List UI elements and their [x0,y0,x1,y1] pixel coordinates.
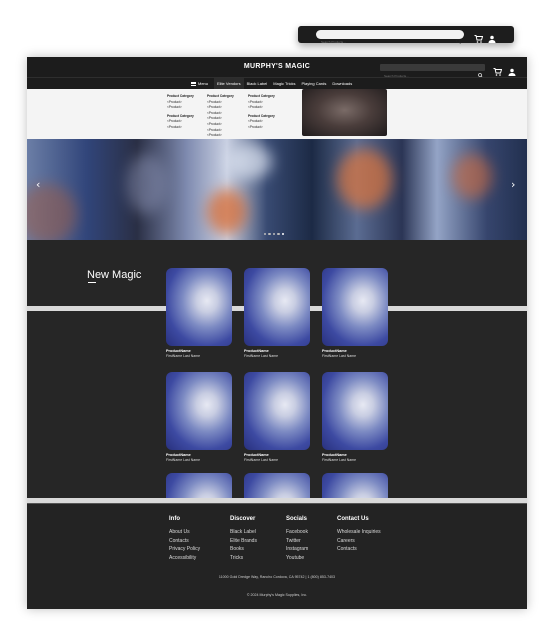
product-name[interactable]: ProductName [166,453,232,457]
product-image[interactable] [166,473,232,498]
product-name[interactable]: ProductName [322,349,388,353]
carousel-dot[interactable] [272,233,276,236]
search-icon[interactable] [456,31,461,49]
carousel-dot-active[interactable] [281,233,284,236]
product-author: FirstName Last Name [322,458,357,462]
site-header: MURPHY'S MAGIC [27,57,527,80]
menu-label: Menu [198,81,209,86]
featured-product-image[interactable] [302,89,387,136]
footer-link[interactable]: Books [230,545,257,554]
product-author: FirstName Last Name [322,354,357,358]
user-icon[interactable] [488,30,496,48]
cart-icon[interactable] [474,30,484,48]
floating-search-bar [298,26,514,47]
page-frame: MURPHY'S MAGIC Menu Elite Vendors Black … [27,57,527,609]
product-author: FirstName Last Name [244,354,279,358]
footer-link[interactable]: Black Label [230,528,257,537]
carousel-dot[interactable] [264,233,267,236]
product-name[interactable]: ProductName [244,349,310,353]
product-name[interactable]: ProductName [322,453,388,457]
product-card[interactable]: ProductName FirstName Last Name [166,372,232,462]
footer-copyright: © 2024 Murphy's Magic Supplies, Inc. [246,593,308,597]
footer-link[interactable]: Youtube [286,554,308,563]
product-image[interactable] [244,268,310,346]
product-card[interactable] [322,473,388,498]
product-image[interactable] [166,268,232,346]
hero-carousel[interactable]: ‹ › [27,139,527,240]
mega-menu-dropdown: Product Category <Product> <Product> Pro… [27,89,527,139]
hero-blur-shape [227,144,272,179]
footer-link[interactable]: Wholesale Inquiries [337,528,381,537]
product-name[interactable]: ProductName [244,453,310,457]
footer-link[interactable]: Contacts [337,545,381,554]
site-footer: Info About Us Contacts Privacy Policy Ac… [27,503,527,609]
footer-column-socials: Socials Facebook Twitter Instagram Youtu… [286,516,308,562]
section-title: New Magic [87,269,142,281]
footer-link[interactable]: Tricks [230,554,257,563]
footer-heading: Contact Us [337,516,369,522]
carousel-dot[interactable] [277,233,280,236]
hamburger-icon [191,81,196,86]
mega-menu-column: Product Category <Product> <Product> <Pr… [207,94,243,139]
footer-link[interactable]: About Us [169,528,200,537]
title-underline [88,282,96,283]
footer-heading: Info [169,516,180,522]
footer-heading: Socials [286,516,308,522]
chevron-right-icon[interactable]: › [511,179,515,190]
footer-column-discover: Discover Black Label Elite Brands Books … [230,516,257,562]
footer-link[interactable]: Instagram [286,545,308,554]
footer-address: 11000 Gold Dredge Way, Rancho Cordova, C… [218,575,336,579]
header-search-field[interactable] [380,64,485,80]
product-card[interactable] [244,473,310,498]
product-card[interactable] [166,473,232,498]
footer-link[interactable]: Twitter [286,537,308,546]
product-card[interactable]: ProductName FirstName Last Name [244,372,310,462]
hero-blur-shape [207,189,247,234]
product-author: FirstName Last Name [166,458,201,462]
mini-search-field[interactable] [316,30,464,47]
product-card[interactable]: ProductName FirstName Last Name [322,372,388,462]
footer-link[interactable]: Privacy Policy [169,545,200,554]
carousel-dot[interactable] [268,233,271,236]
product-image[interactable] [322,372,388,450]
product-card[interactable]: ProductName FirstName Last Name [244,268,310,358]
hero-blur-shape [452,154,492,199]
footer-link[interactable]: Careers [337,537,381,546]
product-image[interactable] [244,372,310,450]
product-image[interactable] [322,268,388,346]
hero-blur-shape [337,149,392,209]
footer-link[interactable]: Accessibility [169,554,200,563]
mini-search-input[interactable] [316,37,446,47]
product-card[interactable]: ProductName FirstName Last Name [322,268,388,358]
product-link[interactable]: <Product> [207,133,243,139]
product-image[interactable] [166,372,232,450]
footer-heading: Discover [230,516,256,522]
mega-menu-column: Product Category <Product> <Product> Pro… [167,94,203,131]
footer-column-contact: Contact Us Wholesale Inquiries Careers C… [337,516,381,554]
product-card[interactable]: ProductName FirstName Last Name [166,268,232,358]
footer-link[interactable]: Contacts [169,537,200,546]
product-image[interactable] [244,473,310,498]
footer-link[interactable]: Elite Brands [230,537,257,546]
footer-link[interactable]: Facebook [286,528,308,537]
product-name[interactable]: ProductName [166,349,232,353]
hero-blur-shape [27,184,77,240]
carousel-dots [264,233,286,236]
menu-button[interactable]: Menu [191,81,208,86]
hero-blur-shape [127,154,167,214]
product-link[interactable]: <Product> [167,125,203,131]
footer-column-info: Info About Us Contacts Privacy Policy Ac… [169,516,200,562]
main-nav: Menu Elite Vendors Black Label Magic Tri… [27,77,527,90]
chevron-left-icon[interactable]: ‹ [36,179,40,190]
mega-menu-column: Product Category <Product> <Product> Pro… [248,94,284,131]
product-link[interactable]: <Product> [248,125,284,131]
product-author: FirstName Last Name [166,354,201,358]
product-author: FirstName Last Name [244,458,279,462]
product-image[interactable] [322,473,388,498]
